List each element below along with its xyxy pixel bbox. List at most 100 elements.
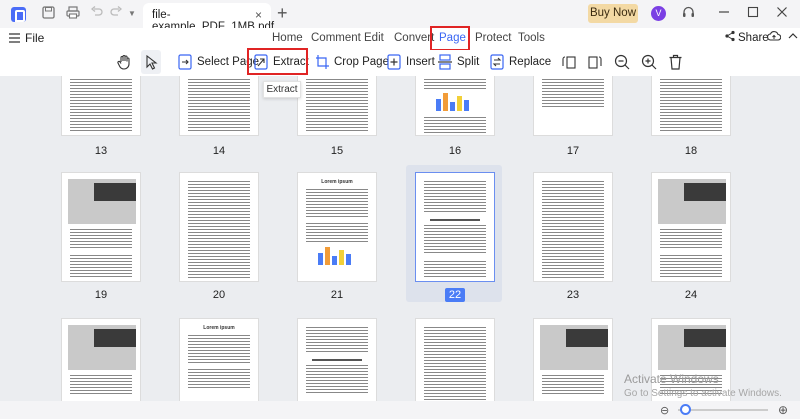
tab-convert[interactable]: Convert [394,32,434,44]
page-thumbnail[interactable] [61,172,141,282]
hand-tool-button[interactable] [116,50,132,74]
page-image [68,179,136,224]
new-tab-button[interactable]: + [277,3,288,24]
page-thumbnail-grid: 13 14 15 16 17 18 Lorem ipsum 19 20 21 2… [0,76,800,401]
page-text-block [660,255,722,279]
page-text-block [660,79,722,133]
save-icon[interactable] [40,6,56,22]
zoom-slider-handle[interactable] [680,404,691,415]
rotate-right-button[interactable] [587,50,603,74]
insert-label: Insert [406,56,435,68]
insert-icon [387,54,401,70]
page-text-block [542,375,604,395]
page-text-block [542,79,604,109]
select-tool-button[interactable] [141,50,161,74]
page-thumbnail-selected[interactable] [415,172,495,282]
minimize-icon[interactable] [716,6,732,22]
page-text-block [660,229,722,249]
page-text-block [424,117,486,133]
hamburger-menu-icon[interactable] [8,31,20,47]
page-text-block [306,223,368,243]
buy-now-button[interactable]: Buy Now [588,4,638,23]
split-icon [438,54,452,70]
select-page-icon [178,54,192,70]
page-text-block [306,189,368,219]
tab-home[interactable]: Home [272,32,303,44]
page-text-block [306,327,368,353]
page-image [658,179,726,224]
page-heading: Lorem ipsum [321,179,353,185]
page-thumbnail[interactable] [297,76,377,136]
tab-protect[interactable]: Protect [475,32,511,44]
page-thumbnail[interactable]: Lorem ipsum [179,318,259,401]
page-thumbnail[interactable] [61,318,141,401]
page-image [540,325,608,370]
close-window-icon[interactable] [774,6,790,22]
page-thumbnail[interactable] [651,76,731,136]
page-table [306,365,368,395]
page-heading: Lorem ipsum [203,325,235,331]
share-button[interactable]: Share [738,32,769,44]
document-tab[interactable]: file-example_PDF_1MB.pdf × [143,3,274,33]
delete-page-button[interactable] [668,50,683,74]
zoom-out-icon[interactable]: ⊖ [660,404,669,417]
rotate-left-icon [562,56,576,69]
crop-icon [316,55,329,69]
tab-comment[interactable]: Comment [311,32,361,44]
page-thumbnail[interactable] [533,76,613,136]
page-image [658,325,726,370]
maximize-icon[interactable] [745,6,761,22]
page-toolbar: Select Page Extract Crop Page Insert Spl… [0,50,800,74]
page-number: 14 [212,145,226,157]
page-thumbnail[interactable] [179,172,259,282]
avatar[interactable]: V [651,6,666,21]
page-thumbnail[interactable]: Lorem ipsum [297,172,377,282]
page-thumbnail[interactable] [533,172,613,282]
page-text-block [424,261,486,279]
page-number: 15 [330,145,344,157]
page-bar-chart [318,247,354,265]
close-tab-icon[interactable]: × [255,8,262,22]
redo-icon[interactable] [108,6,124,22]
print-icon[interactable] [65,6,81,22]
zoom-in-icon[interactable]: ⊕ [778,403,788,417]
rotate-left-button[interactable] [561,50,577,74]
split-button[interactable]: Split [438,50,479,74]
headset-icon[interactable] [680,6,696,22]
page-thumbnail[interactable] [533,318,613,401]
replace-label: Replace [509,56,552,68]
page-thumbnail[interactable] [415,318,495,401]
share-icon[interactable] [722,30,738,46]
tab-tools[interactable]: Tools [518,32,545,44]
insert-button[interactable]: Insert [387,50,435,74]
split-label: Split [457,56,480,68]
menu-bar: File Home Comment Edit Convert Page Prot… [0,28,800,48]
crop-page-label: Crop Page [334,56,389,68]
page-text-block [70,229,132,249]
page-text-block [70,79,132,133]
replace-icon [490,54,504,70]
page-thumbnail[interactable] [651,172,731,282]
quick-access-dropdown-icon[interactable]: ▼ [124,6,140,22]
replace-button[interactable]: Replace [490,50,551,74]
page-heading-line [312,359,362,361]
zoom-slider-track[interactable] [678,409,768,411]
zoom-in-button[interactable] [641,50,657,74]
zoom-in-icon [641,54,657,70]
page-number: 16 [448,145,462,157]
page-thumbnail[interactable] [179,76,259,136]
page-number: 20 [212,289,226,301]
page-thumbnail[interactable] [415,76,495,136]
activate-windows-watermark: Activate Windows [624,372,719,386]
undo-icon[interactable] [88,6,104,22]
hand-icon [117,54,130,70]
page-thumbnail[interactable] [297,318,377,401]
file-menu[interactable]: File [25,31,44,45]
crop-page-button[interactable]: Crop Page [315,50,389,74]
collapse-ribbon-icon[interactable] [785,30,800,46]
cloud-upload-icon[interactable] [766,30,782,46]
page-text-block [424,327,486,401]
tab-edit[interactable]: Edit [364,32,384,44]
page-thumbnail[interactable] [61,76,141,136]
zoom-out-button[interactable] [614,50,630,74]
